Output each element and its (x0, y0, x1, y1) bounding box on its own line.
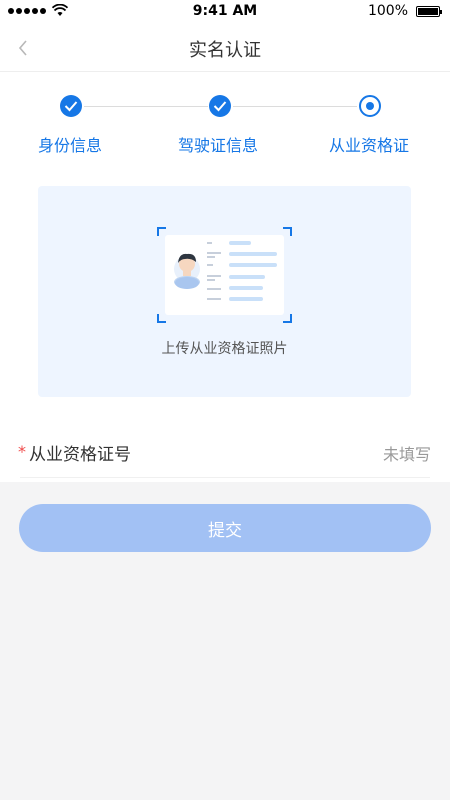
step-current-icon (359, 95, 381, 117)
license-number-value[interactable]: 未填写 (383, 441, 431, 465)
required-mark: * (18, 442, 26, 461)
license-number-field[interactable]: * 从业资格证号 未填写 (0, 428, 450, 478)
submit-button[interactable]: 提交 (19, 504, 431, 552)
step-connector (233, 106, 357, 107)
nav-bar: 实名认证 (0, 24, 450, 72)
step-label-driver-license: 驾驶证信息 (178, 136, 259, 155)
battery-percentage: 100% (367, 3, 408, 19)
verification-content: 身份信息 驾驶证信息 从业资格证 上传从业资格证照片 * 从业资格证号 未填写 (0, 72, 450, 482)
step-label-identity: 身份信息 (38, 136, 103, 155)
status-bar: 9:41 AM 100% (0, 0, 450, 24)
progress-steps: 身份信息 驾驶证信息 从业资格证 (0, 94, 450, 164)
step-connector (84, 106, 208, 107)
upload-instruction: 上传从业资格证照片 (161, 341, 288, 357)
page-title: 实名认证 (189, 40, 261, 61)
step-done-check-icon (209, 95, 231, 117)
step-label-qualification: 从业资格证 (329, 136, 410, 155)
id-card-scan-icon (157, 227, 292, 323)
battery-icon (416, 6, 442, 17)
license-number-label: 从业资格证号 (29, 445, 131, 465)
field-divider (20, 477, 430, 478)
step-done-check-icon (60, 95, 82, 117)
upload-certificate-area[interactable]: 上传从业资格证照片 (38, 186, 411, 397)
